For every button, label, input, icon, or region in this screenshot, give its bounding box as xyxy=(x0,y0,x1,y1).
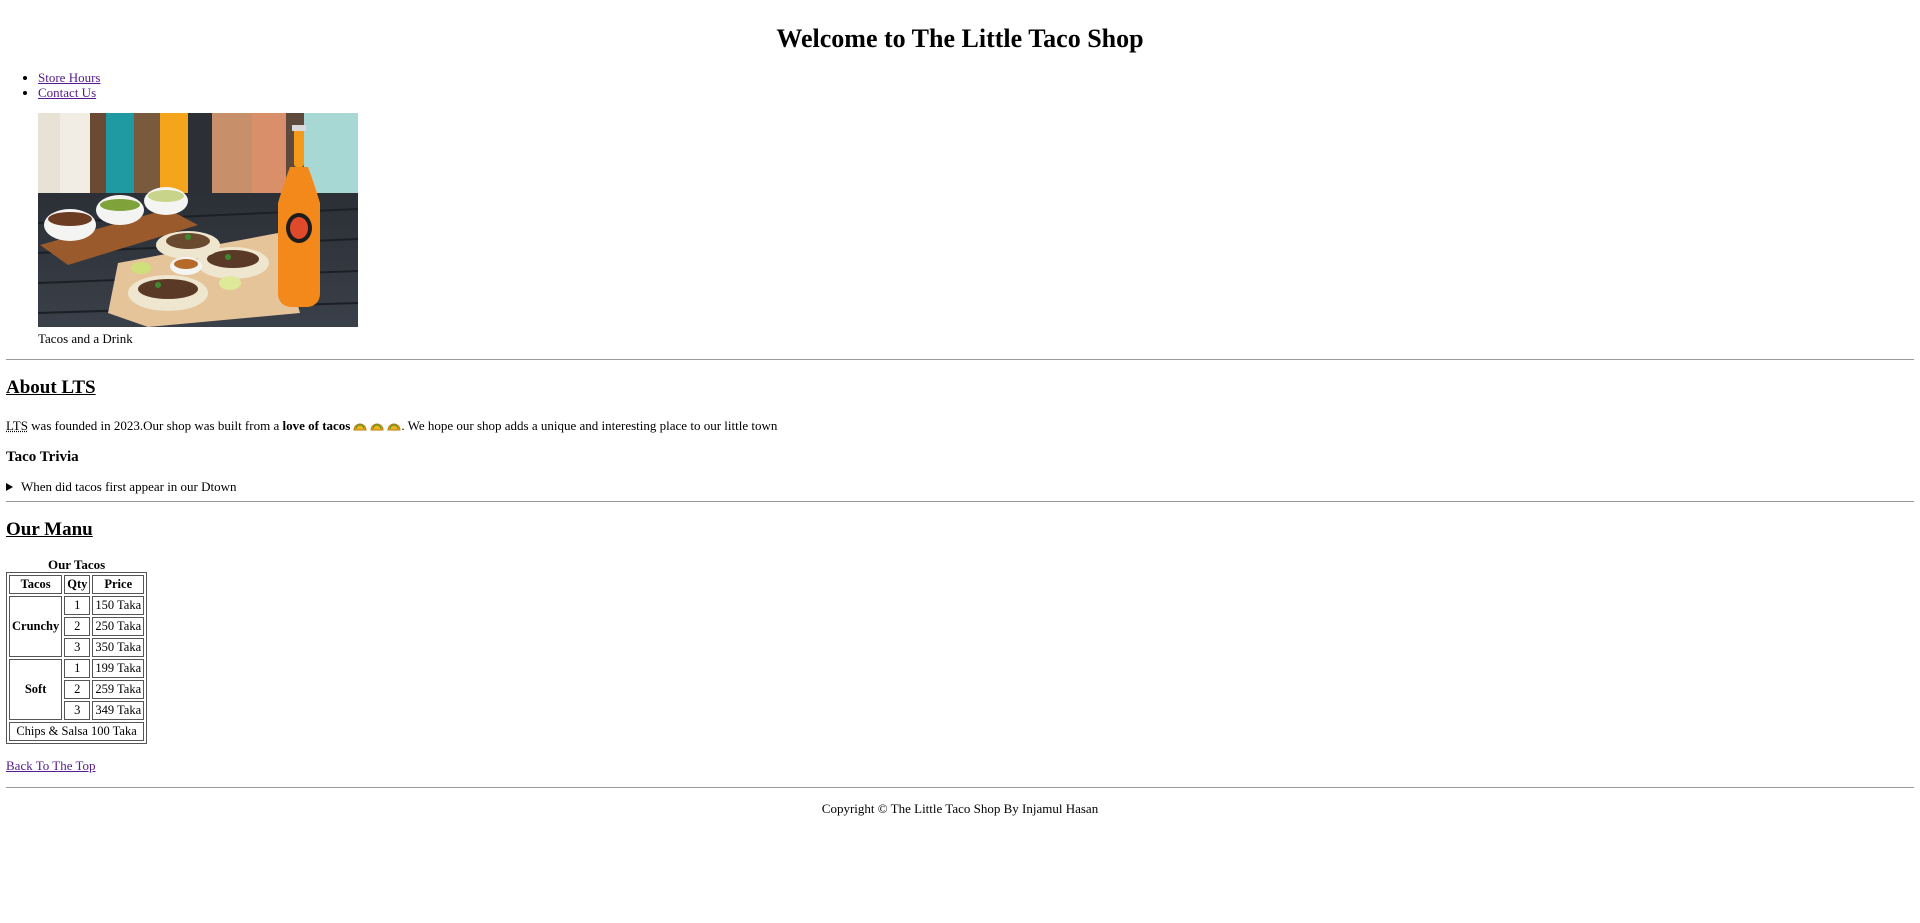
about-heading: About LTS xyxy=(6,377,96,398)
footer-copyright: Copyright © The Little Taco Shop By Inja… xyxy=(821,801,1099,816)
figure-caption: Tacos and a Drink xyxy=(38,331,133,346)
price-cell: 199 Taka xyxy=(92,659,145,678)
store-hours-link[interactable]: Store Hours xyxy=(38,70,100,85)
table-row: Crunchy 1 150 Taka xyxy=(9,596,145,657)
menu-table: Our Tacos Tacos Qty Price Crunchy 1 150 … xyxy=(6,557,148,744)
row-header-soft: Soft xyxy=(9,659,63,720)
chips-salsa-price: 100 Taka xyxy=(91,724,137,738)
column-header: Qty xyxy=(64,575,91,594)
divider xyxy=(6,359,1914,360)
taco-icon xyxy=(370,418,384,436)
tacos-drink-photo xyxy=(38,113,358,327)
table-row: Soft 1 199 Taka xyxy=(9,659,145,720)
back-to-top-link[interactable]: Back To The Top xyxy=(6,758,96,774)
price-cell: 350 Taka xyxy=(92,638,145,657)
lts-abbreviation: LTS xyxy=(6,418,28,433)
qty-cell: 3 xyxy=(64,638,91,657)
trivia-details-toggle[interactable]: When did tacos first appear in our Dtown xyxy=(6,478,237,496)
trivia-summary: When did tacos first appear in our Dtown xyxy=(21,479,237,494)
chips-salsa-label: Chips & Salsa xyxy=(16,724,88,738)
row-header-crunchy: Crunchy xyxy=(9,596,63,657)
taco-icon xyxy=(353,418,367,436)
love-of-tacos: love of tacos xyxy=(282,418,351,433)
chips-salsa-cell: Chips & Salsa 100 Taka xyxy=(9,722,145,741)
page-title: Welcome to The Little Taco Shop xyxy=(776,24,1144,53)
price-cell: 150 Taka xyxy=(92,596,145,615)
column-header: Price xyxy=(92,575,145,594)
about-text-end: . We hope our shop adds a unique and int… xyxy=(401,418,778,433)
qty-cell: 2 xyxy=(64,617,91,636)
divider xyxy=(6,787,1914,788)
disclosure-triangle-icon xyxy=(6,483,13,491)
contact-us-link[interactable]: Contact Us xyxy=(38,85,96,100)
qty-cell: 3 xyxy=(64,701,91,720)
divider xyxy=(6,501,1914,502)
tacos-figure: Tacos and a Drink xyxy=(38,113,358,347)
taco-icon xyxy=(387,418,401,436)
qty-cell: 1 xyxy=(64,659,91,678)
trivia-heading: Taco Trivia xyxy=(6,449,79,465)
table-row: Chips & Salsa 100 Taka xyxy=(9,722,145,741)
nav-item-store-hours: Store Hours xyxy=(38,70,100,85)
menu-heading: Our Manu xyxy=(6,519,93,540)
nav-item-contact-us: Contact Us xyxy=(38,85,100,100)
table-header-row: Tacos Qty Price xyxy=(9,575,145,594)
price-cell: 259 Taka xyxy=(92,680,145,699)
qty-cell: 2 xyxy=(64,680,91,699)
column-header: Tacos xyxy=(9,575,63,594)
about-paragraph: LTS was founded in 2023.Our shop was bui… xyxy=(6,417,777,436)
about-text-start: was founded in 2023.Our shop was built f… xyxy=(27,418,283,433)
nav-list: Store Hours Contact Us xyxy=(6,70,100,100)
table-caption: Our Tacos xyxy=(47,557,106,572)
qty-cell: 1 xyxy=(64,596,91,615)
price-cell: 349 Taka xyxy=(92,701,145,720)
price-cell: 250 Taka xyxy=(92,617,145,636)
